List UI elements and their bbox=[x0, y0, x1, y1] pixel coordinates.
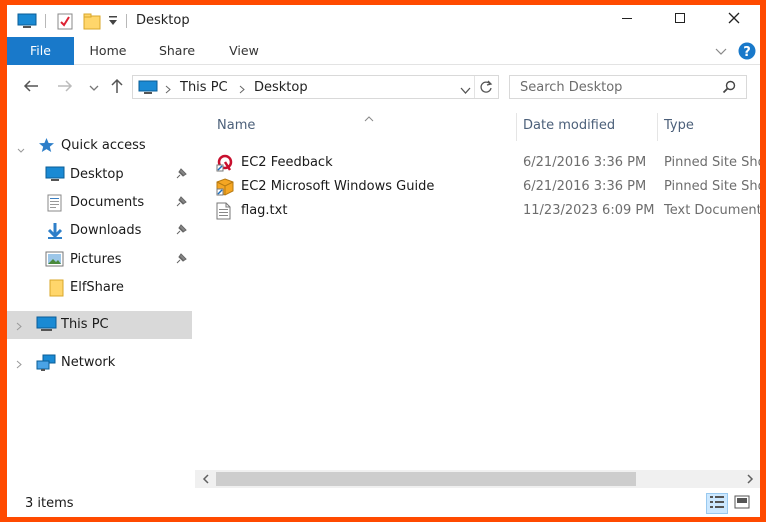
breadcrumb-desktop[interactable]: Desktop bbox=[254, 80, 308, 95]
file-date-modified: 11/23/2023 6:09 PM bbox=[523, 203, 655, 218]
minimize-button[interactable] bbox=[604, 5, 650, 35]
maximize-icon bbox=[674, 12, 686, 28]
documents-icon bbox=[47, 194, 63, 216]
up-button[interactable] bbox=[107, 78, 127, 98]
tab-share[interactable]: Share bbox=[147, 37, 207, 65]
sidebar-item-downloads[interactable]: Downloads bbox=[7, 217, 192, 245]
network-icon bbox=[36, 354, 56, 376]
file-name: EC2 Feedback bbox=[241, 155, 333, 170]
file-name: flag.txt bbox=[241, 203, 288, 218]
sidebar-item-this-pc[interactable]: This PC bbox=[7, 311, 192, 339]
title-bar: Desktop bbox=[7, 5, 760, 37]
up-arrow-icon bbox=[110, 78, 124, 98]
status-bar: 3 items bbox=[7, 490, 760, 517]
expand-chevron-icon[interactable] bbox=[16, 358, 22, 373]
breadcrumb-this-pc[interactable]: This PC bbox=[180, 80, 228, 95]
file-type: Text Document bbox=[664, 203, 760, 218]
back-button[interactable] bbox=[21, 79, 41, 97]
star-icon bbox=[38, 137, 55, 158]
breadcrumb-separator-icon bbox=[239, 83, 245, 98]
tab-view[interactable]: View bbox=[217, 37, 271, 65]
ribbon-tabs: File Home Share View ? bbox=[7, 37, 760, 65]
this-pc-icon bbox=[36, 316, 57, 337]
list-item[interactable]: flag.txt 11/23/2023 6:09 PM Text Documen… bbox=[202, 199, 760, 223]
text-file-icon bbox=[216, 202, 232, 224]
breadcrumb-separator-icon bbox=[165, 83, 171, 98]
forward-arrow-icon bbox=[57, 79, 73, 97]
svg-text:?: ? bbox=[743, 45, 751, 60]
details-view-button[interactable] bbox=[706, 493, 728, 514]
file-type: Pinned Site Sho bbox=[664, 155, 760, 170]
scrollbar-thumb[interactable] bbox=[216, 472, 636, 486]
sidebar-item-network[interactable]: Network bbox=[7, 349, 192, 377]
window-title: Desktop bbox=[136, 13, 190, 28]
this-pc-icon bbox=[138, 80, 158, 99]
search-icon[interactable] bbox=[722, 80, 736, 98]
tab-home[interactable]: Home bbox=[79, 37, 137, 65]
search-input[interactable]: Search Desktop bbox=[509, 75, 747, 99]
help-icon[interactable]: ? bbox=[738, 42, 756, 64]
properties-icon[interactable] bbox=[57, 13, 73, 34]
pin-icon[interactable] bbox=[175, 196, 187, 212]
navigation-bar: This PC Desktop Search Desktop bbox=[7, 65, 760, 109]
expand-chevron-icon[interactable] bbox=[16, 320, 22, 335]
desktop-icon bbox=[45, 166, 65, 186]
pinned-site-icon bbox=[216, 178, 234, 200]
address-bar[interactable]: This PC Desktop bbox=[132, 75, 499, 99]
column-header-name[interactable]: Name bbox=[217, 109, 517, 143]
sidebar-item-elfshare[interactable]: ElfShare bbox=[7, 274, 192, 302]
list-item[interactable]: EC2 Microsoft Windows Guide 6/21/2016 3:… bbox=[202, 175, 760, 199]
folder-icon bbox=[49, 279, 64, 301]
close-icon bbox=[728, 12, 740, 28]
file-explorer-window: Desktop File Home Share View ? This PC D… bbox=[7, 5, 760, 517]
column-header-type[interactable]: Type bbox=[664, 109, 760, 143]
minimize-icon bbox=[621, 12, 633, 28]
maximize-button[interactable] bbox=[657, 5, 703, 35]
address-dropdown-icon[interactable] bbox=[460, 84, 471, 99]
search-placeholder: Search Desktop bbox=[520, 80, 623, 95]
sidebar-item-documents[interactable]: Documents bbox=[7, 189, 192, 217]
navigation-pane: Quick access Desktop Documents Downloads bbox=[7, 109, 192, 489]
pin-icon[interactable] bbox=[175, 168, 187, 184]
close-button[interactable] bbox=[711, 5, 757, 35]
scroll-right-icon[interactable] bbox=[742, 471, 758, 487]
refresh-icon[interactable] bbox=[479, 80, 493, 98]
nav-quick-access[interactable]: Quick access bbox=[7, 132, 192, 160]
file-list: Name Date modified Type EC2 Feedback 6/2… bbox=[202, 109, 760, 469]
chevron-down-icon bbox=[89, 81, 99, 96]
back-arrow-icon bbox=[23, 79, 39, 97]
tab-file[interactable]: File bbox=[7, 37, 74, 65]
sidebar-item-desktop[interactable]: Desktop bbox=[7, 161, 192, 189]
column-header-date-modified[interactable]: Date modified bbox=[523, 109, 653, 143]
large-icons-view-icon bbox=[734, 495, 750, 513]
horizontal-scrollbar[interactable] bbox=[195, 470, 760, 488]
pin-icon[interactable] bbox=[175, 224, 187, 240]
new-folder-icon[interactable] bbox=[83, 13, 101, 34]
file-date-modified: 6/21/2016 3:36 PM bbox=[523, 155, 647, 170]
expand-chevron-icon[interactable] bbox=[17, 143, 25, 158]
forward-button[interactable] bbox=[55, 79, 75, 97]
sidebar-item-pictures[interactable]: Pictures bbox=[7, 246, 192, 274]
file-name: EC2 Microsoft Windows Guide bbox=[241, 179, 435, 194]
pinned-site-icon bbox=[216, 154, 234, 176]
this-pc-icon bbox=[17, 13, 37, 33]
pictures-icon bbox=[45, 251, 64, 271]
expand-ribbon-icon[interactable] bbox=[715, 46, 727, 61]
scroll-left-icon[interactable] bbox=[198, 471, 214, 487]
pin-icon[interactable] bbox=[175, 253, 187, 269]
downloads-icon bbox=[46, 222, 64, 244]
customize-toolbar-icon[interactable] bbox=[108, 15, 118, 31]
file-date-modified: 6/21/2016 3:36 PM bbox=[523, 179, 647, 194]
file-type: Pinned Site Sho bbox=[664, 179, 760, 194]
recent-locations-button[interactable] bbox=[84, 79, 104, 97]
details-view-icon bbox=[709, 495, 725, 513]
list-item[interactable]: EC2 Feedback 6/21/2016 3:36 PM Pinned Si… bbox=[202, 151, 760, 175]
large-icons-view-button[interactable] bbox=[731, 493, 753, 514]
item-count: 3 items bbox=[25, 496, 74, 511]
